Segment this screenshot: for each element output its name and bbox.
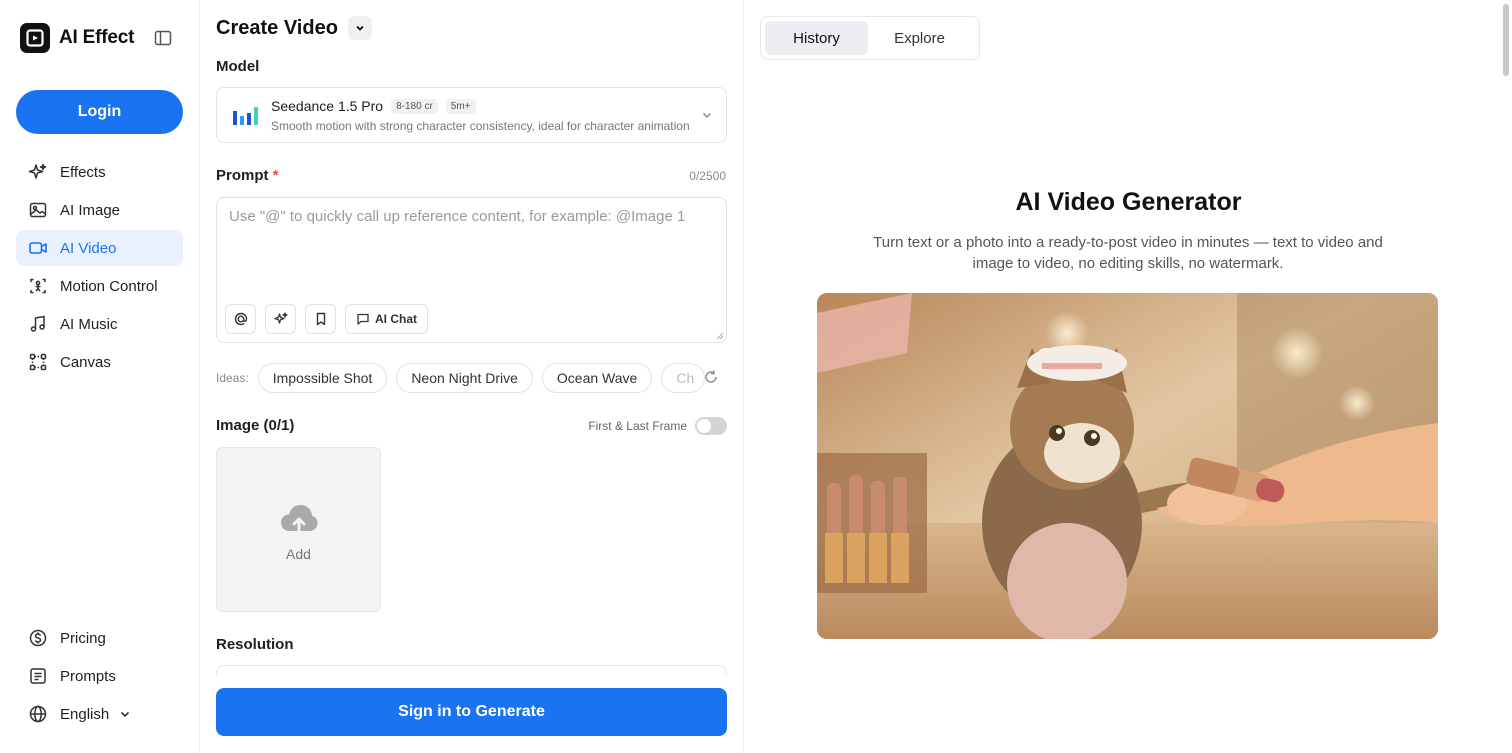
- hero-example-image: [817, 293, 1438, 639]
- sidebar-item-ai-video[interactable]: AI Video: [16, 230, 183, 266]
- sidebar-item-label: Canvas: [60, 353, 111, 371]
- sidebar-item-motion-control[interactable]: Motion Control: [16, 268, 183, 304]
- sign-in-generate-button[interactable]: Sign in to Generate: [216, 688, 727, 736]
- sidebar-nav: Effects AI Image AI Video Motion Control…: [16, 154, 183, 382]
- saved-prompts-button[interactable]: [305, 304, 336, 334]
- video-icon: [29, 242, 47, 254]
- app-logo-icon: [20, 23, 50, 53]
- model-name: Seedance 1.5 Pro: [271, 98, 384, 114]
- create-video-panel: Create Video Model Seedance 1.5 Pro 8-18…: [200, 0, 744, 753]
- sidebar-bottom-nav: Pricing Prompts English: [16, 620, 183, 734]
- tab-history[interactable]: History: [765, 21, 868, 55]
- model-label: Model: [216, 58, 260, 75]
- view-tabs: History Explore: [760, 16, 980, 60]
- at-sign-icon: [234, 312, 247, 326]
- enhance-prompt-button[interactable]: [265, 304, 296, 334]
- prompt-box: AI Chat: [216, 197, 727, 343]
- cloud-upload-icon: [281, 505, 318, 533]
- ai-chat-label: AI Chat: [375, 312, 417, 326]
- refresh-ideas-icon[interactable]: [703, 369, 719, 385]
- chevron-down-icon: [702, 112, 712, 119]
- sparkle-icon: [273, 312, 288, 324]
- idea-chip[interactable]: Ch: [661, 363, 706, 393]
- login-button[interactable]: Login: [16, 90, 183, 134]
- sidebar-item-ai-music[interactable]: AI Music: [16, 306, 183, 342]
- sidebar-item-label: AI Music: [60, 315, 118, 333]
- resolution-selector[interactable]: [216, 665, 727, 675]
- credits-badge: 8-180 cr: [391, 98, 438, 114]
- page-scrollbar[interactable]: [1503, 4, 1509, 76]
- model-selector[interactable]: Seedance 1.5 Pro 8-180 cr 5m+ Smooth mot…: [216, 87, 727, 143]
- seedance-logo-icon: [233, 107, 258, 125]
- image-upload-label: Image (0/1): [216, 417, 295, 434]
- sidebar-item-label: Pricing: [60, 629, 106, 647]
- ideas-row: Ideas: Impossible Shot Neon Night Drive …: [216, 362, 727, 394]
- sidebar-item-label: Motion Control: [60, 277, 158, 295]
- chevron-down-icon: [121, 711, 130, 718]
- prompt-char-counter: 0/2500: [689, 169, 726, 183]
- sidebar-item-prompts[interactable]: Prompts: [16, 658, 183, 694]
- language-label: English: [60, 705, 110, 723]
- image-icon: [29, 202, 47, 218]
- time-badge: 5m+: [445, 98, 476, 114]
- idea-chip[interactable]: Impossible Shot: [257, 363, 388, 393]
- motion-control-icon: [30, 278, 46, 294]
- first-last-frame-toggle[interactable]: [695, 417, 727, 435]
- brand[interactable]: AI Effect: [20, 23, 134, 53]
- image-upload-area[interactable]: Add: [216, 447, 381, 612]
- sidebar-item-label: Prompts: [60, 667, 116, 685]
- chevron-down-icon: [356, 25, 364, 31]
- document-icon: [30, 668, 46, 684]
- title-dropdown-button[interactable]: [347, 16, 372, 40]
- language-selector[interactable]: English: [16, 696, 183, 732]
- sidebar-item-label: AI Video: [60, 239, 117, 257]
- dollar-icon: [29, 629, 47, 647]
- tab-explore[interactable]: Explore: [868, 21, 971, 55]
- hero-subtitle: Turn text or a photo into a ready-to-pos…: [873, 234, 1383, 272]
- chat-bubble-icon: [357, 313, 369, 325]
- globe-icon: [29, 705, 47, 723]
- app-name: AI Effect: [59, 27, 135, 48]
- upload-label: Add: [286, 546, 311, 562]
- prompt-input[interactable]: [229, 208, 715, 294]
- model-description: Smooth motion with strong character cons…: [271, 119, 690, 133]
- bookmark-icon: [316, 312, 325, 326]
- sidebar: AI Effect Login Effects AI Image AI Vide…: [0, 0, 200, 753]
- canvas-icon: [29, 353, 47, 371]
- idea-chip[interactable]: Ocean Wave: [541, 363, 653, 393]
- resolution-label: Resolution: [216, 636, 294, 653]
- first-last-frame-label: First & Last Frame: [588, 419, 687, 433]
- idea-chip[interactable]: Neon Night Drive: [396, 363, 533, 393]
- ideas-label: Ideas:: [216, 371, 249, 385]
- sidebar-item-canvas[interactable]: Canvas: [16, 344, 183, 380]
- sidebar-toggle-icon[interactable]: [153, 28, 173, 48]
- music-note-icon: [30, 315, 45, 332]
- sidebar-item-effects[interactable]: Effects: [16, 154, 183, 190]
- prompt-label: Prompt *: [216, 167, 279, 184]
- page-title: Create Video: [216, 16, 338, 39]
- hero-title: AI Video Generator: [1015, 188, 1242, 216]
- sparkle-icon: [28, 163, 47, 179]
- sidebar-item-ai-image[interactable]: AI Image: [16, 192, 183, 228]
- mention-button[interactable]: [225, 304, 256, 334]
- sidebar-item-label: AI Image: [60, 201, 121, 219]
- sidebar-item-pricing[interactable]: Pricing: [16, 620, 183, 656]
- ai-chat-button[interactable]: AI Chat: [345, 304, 428, 334]
- preview-area: History Explore AI Video Generator Turn …: [745, 0, 1512, 753]
- required-mark: *: [272, 167, 279, 184]
- sidebar-item-label: Effects: [60, 163, 106, 181]
- resize-handle-icon[interactable]: [716, 332, 724, 340]
